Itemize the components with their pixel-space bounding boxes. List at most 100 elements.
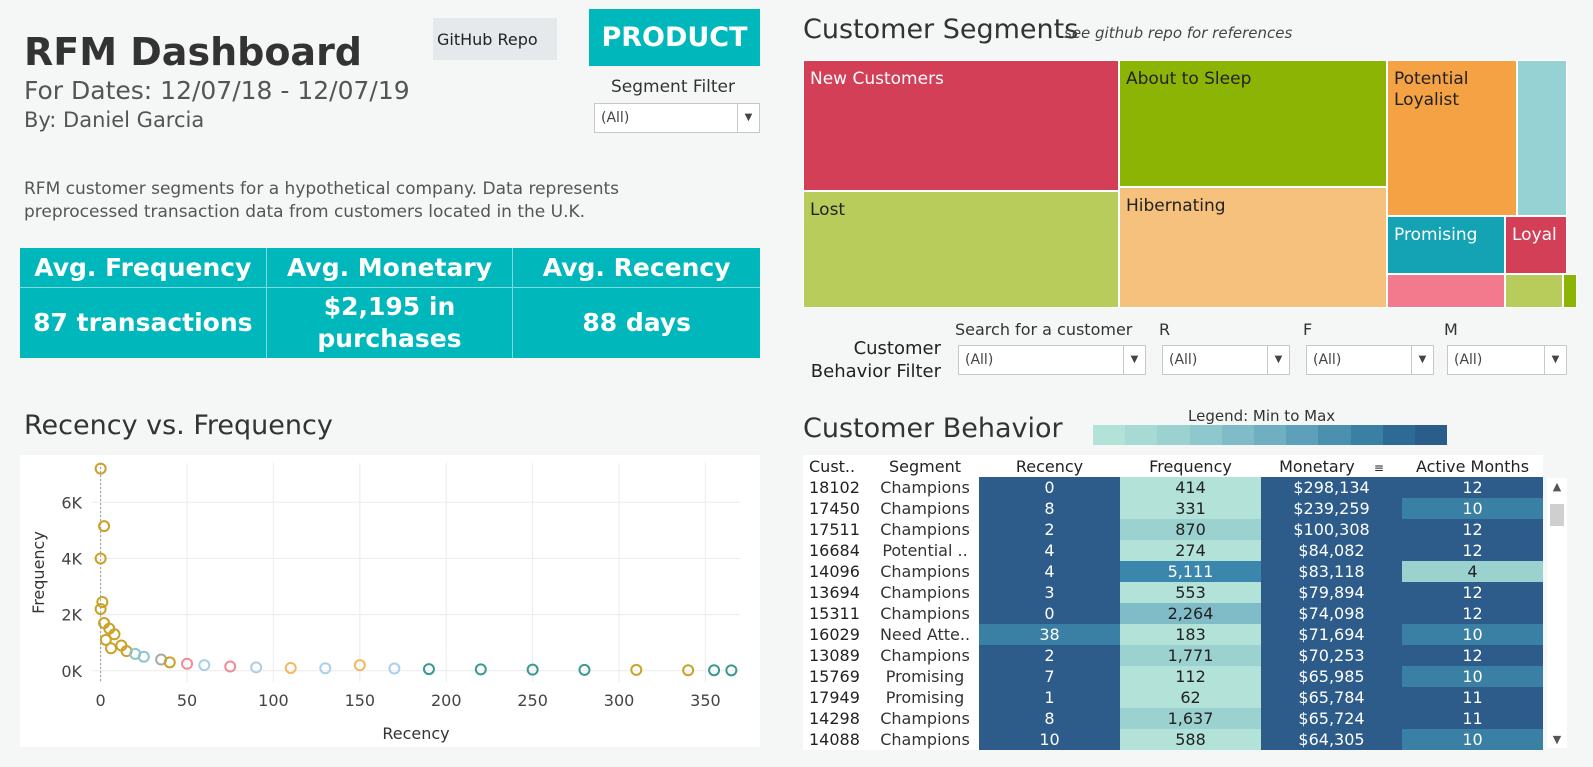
cell-frequency: 5,111 (1120, 561, 1261, 582)
dashboard-title: RFM Dashboard (24, 30, 363, 74)
tile-new-customers[interactable]: New Customers (803, 60, 1119, 191)
github-repo-button[interactable]: GitHub Repo (433, 18, 557, 60)
cell-segment: Champions (871, 477, 979, 498)
cell-customer: 13089 (803, 645, 871, 666)
sort-icon[interactable]: ≡ (1374, 461, 1384, 475)
scatter-chart-panel[interactable]: 0 50 100 150 200 250 300 350 0K 2K 4K 6K Recency Freq… (20, 455, 760, 747)
cell-recency: 4 (979, 561, 1120, 582)
cell-recency: 2 (979, 645, 1120, 666)
legend-swatch (1189, 425, 1222, 445)
cell-recency: 0 (979, 603, 1120, 624)
scroll-thumb[interactable] (1550, 504, 1564, 526)
cell-segment: Champions (871, 729, 979, 750)
col-frequency[interactable]: Frequency (1120, 455, 1261, 477)
scatter-title: Recency vs. Frequency (24, 410, 333, 441)
table-row[interactable]: 14096 Champions 4 5,111 $83,118 4 (803, 561, 1543, 582)
recency-frequency-scatter[interactable]: 0 50 100 150 200 250 300 350 0K 2K 4K 6K Recency Freq… (20, 455, 760, 747)
tile-promising[interactable]: Promising (1387, 216, 1505, 274)
cell-active-months: 12 (1402, 582, 1543, 603)
table-row[interactable]: 18102 Champions 0 414 $298,134 12 (803, 477, 1543, 498)
table-row[interactable]: 14298 Champions 8 1,637 $65,724 11 (803, 708, 1543, 729)
tile-about-to-sleep[interactable]: About to Sleep (1119, 60, 1387, 187)
cell-active-months: 10 (1402, 624, 1543, 645)
x-tick-label: 0 (96, 691, 106, 710)
m-filter-label: M (1444, 320, 1458, 339)
cell-active-months: 4 (1402, 561, 1543, 582)
scroll-up-icon[interactable]: ▲ (1547, 480, 1567, 493)
col-recency[interactable]: Recency (979, 455, 1120, 477)
segments-treemap[interactable]: New Customers About to Sleep Potential L… (803, 60, 1577, 308)
x-tick-label: 150 (345, 691, 376, 710)
kpi-value: $2,195 in purchases (267, 288, 514, 358)
cell-frequency: 870 (1120, 519, 1261, 540)
legend-swatch (1125, 425, 1158, 445)
tile-lost[interactable]: Lost (803, 191, 1119, 308)
y-tick-label: 6K (61, 493, 82, 512)
cell-monetary: $65,985 (1261, 666, 1402, 687)
cell-frequency: 1,771 (1120, 645, 1261, 666)
table-row[interactable]: 13089 Champions 2 1,771 $70,253 12 (803, 645, 1543, 666)
col-active-months[interactable]: Active Months (1402, 455, 1543, 477)
tile-segment[interactable] (1517, 60, 1567, 216)
cell-frequency: 274 (1120, 540, 1261, 561)
cell-monetary: $100,308 (1261, 519, 1402, 540)
col-customer[interactable]: Cust.. (803, 455, 871, 477)
cell-active-months: 10 (1402, 729, 1543, 750)
table-row[interactable]: 17511 Champions 2 870 $100,308 12 (803, 519, 1543, 540)
r-filter-dropdown[interactable]: (All) ▼ (1162, 345, 1290, 375)
table-row[interactable]: 16029 Need Atte.. 38 183 $71,694 10 (803, 624, 1543, 645)
table-row[interactable]: 17949 Promising 1 62 $65,784 11 (803, 687, 1543, 708)
table-row[interactable]: 15769 Promising 7 112 $65,985 10 (803, 666, 1543, 687)
table-row[interactable]: 13694 Champions 3 553 $79,894 12 (803, 582, 1543, 603)
tile-potential-loyalist[interactable]: Potential Loyalist (1387, 60, 1517, 216)
x-tick-label: 300 (604, 691, 635, 710)
r-filter-value: (All) (1169, 352, 1198, 368)
segment-filter-dropdown[interactable]: (All) ▼ (594, 103, 760, 133)
table-row[interactable]: 17450 Champions 8 331 $239,259 10 (803, 498, 1543, 519)
customer-search-value: (All) (965, 352, 994, 368)
kpi-panel: Avg. Frequency Avg. Monetary Avg. Recenc… (20, 248, 760, 358)
tile-loyal[interactable]: Loyal (1505, 216, 1567, 274)
table-row[interactable]: 14088 Champions 10 588 $64,305 10 (803, 729, 1543, 750)
data-point (708, 664, 721, 677)
cell-segment: Need Atte.. (871, 624, 979, 645)
cell-customer: 14298 (803, 708, 871, 729)
kpi-label: Avg. Frequency (20, 248, 267, 288)
legend-swatch (1350, 425, 1383, 445)
legend-swatch (1286, 425, 1319, 445)
chevron-down-icon: ▼ (1267, 346, 1289, 374)
cell-frequency: 2,264 (1120, 603, 1261, 624)
description-text: RFM customer segments for a hypothetical… (24, 179, 620, 222)
table-scrollbar[interactable]: ▲ ▼ (1547, 478, 1567, 748)
tile-segment[interactable] (1505, 274, 1563, 308)
r-filter-label: R (1159, 320, 1171, 339)
data-point (198, 659, 211, 672)
customer-search-dropdown[interactable]: (All) ▼ (958, 345, 1146, 375)
data-point (578, 663, 591, 676)
scroll-down-icon[interactable]: ▼ (1547, 733, 1567, 746)
table-header-row: Cust.. Segment Recency Frequency Monetar… (803, 455, 1543, 477)
product-button[interactable]: PRODUCT (589, 9, 760, 66)
cell-customer: 16029 (803, 624, 871, 645)
cell-active-months: 12 (1402, 645, 1543, 666)
table-row[interactable]: 16684 Potential .. 4 274 $84,082 12 (803, 540, 1543, 561)
cell-frequency: 183 (1120, 624, 1261, 645)
table-row[interactable]: 15311 Champions 0 2,264 $74,098 12 (803, 603, 1543, 624)
y-axis-label: Frequency (29, 531, 48, 614)
cell-customer: 17949 (803, 687, 871, 708)
data-point (474, 663, 487, 676)
m-filter-dropdown[interactable]: (All) ▼ (1447, 345, 1567, 375)
col-monetary[interactable]: Monetary ≡ (1261, 455, 1402, 477)
tile-segment[interactable] (1563, 274, 1577, 308)
behavior-filter-label: Customer Behavior Filter (810, 338, 941, 382)
tile-hibernating[interactable]: Hibernating (1119, 187, 1387, 308)
cell-segment: Potential .. (871, 540, 979, 561)
x-tick-label: 200 (431, 691, 462, 710)
cell-segment: Champions (871, 708, 979, 729)
cell-segment: Promising (871, 666, 979, 687)
col-segment[interactable]: Segment (871, 455, 979, 477)
f-filter-dropdown[interactable]: (All) ▼ (1306, 345, 1434, 375)
f-filter-label: F (1303, 320, 1313, 339)
cell-segment: Champions (871, 519, 979, 540)
tile-segment[interactable] (1387, 274, 1505, 308)
